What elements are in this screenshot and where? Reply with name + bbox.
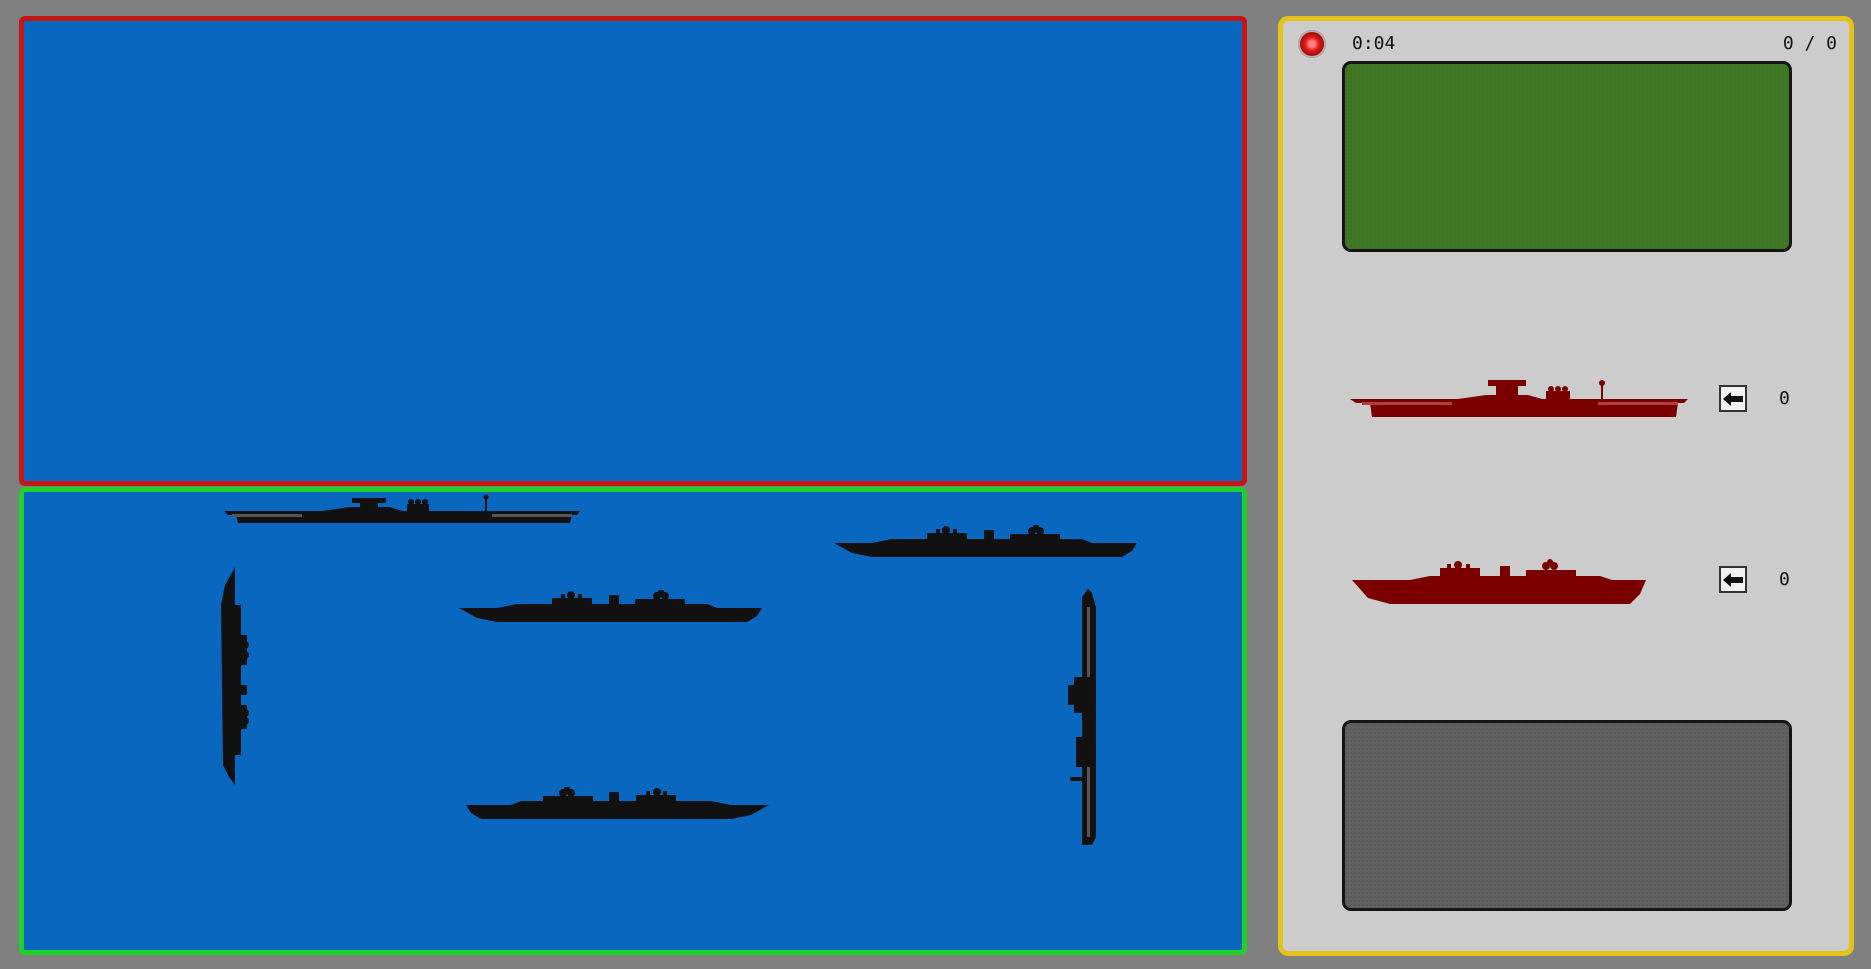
ship-battleship[interactable]	[217, 565, 255, 787]
carrier-select-button[interactable]	[1719, 385, 1747, 412]
battleship-count: 0	[1779, 569, 1790, 590]
game-timer: 0:04	[1352, 33, 1396, 54]
score-counter: 0 / 0	[1782, 33, 1837, 54]
arrow-left-icon	[1723, 391, 1743, 406]
status-light-icon	[1298, 30, 1326, 58]
ship-carrier[interactable]	[1062, 587, 1102, 849]
carrier-selector[interactable]	[1348, 377, 1692, 421]
ship-battleship[interactable]	[461, 787, 771, 823]
side-panel: 0:04 0 / 0 0 0	[1278, 16, 1854, 956]
battleship-select-button[interactable]	[1719, 566, 1747, 593]
battleship-selector[interactable]	[1350, 558, 1650, 608]
minimap-green[interactable]	[1342, 61, 1792, 252]
arrow-left-icon	[1723, 572, 1743, 587]
carrier-count: 0	[1779, 388, 1790, 409]
ship-battleship[interactable]	[832, 525, 1142, 561]
player-board[interactable]	[19, 487, 1247, 955]
minimap-grey[interactable]	[1342, 720, 1792, 911]
ship-battleship[interactable]	[457, 590, 767, 626]
ship-carrier[interactable]	[222, 493, 582, 527]
enemy-board[interactable]	[19, 16, 1247, 486]
